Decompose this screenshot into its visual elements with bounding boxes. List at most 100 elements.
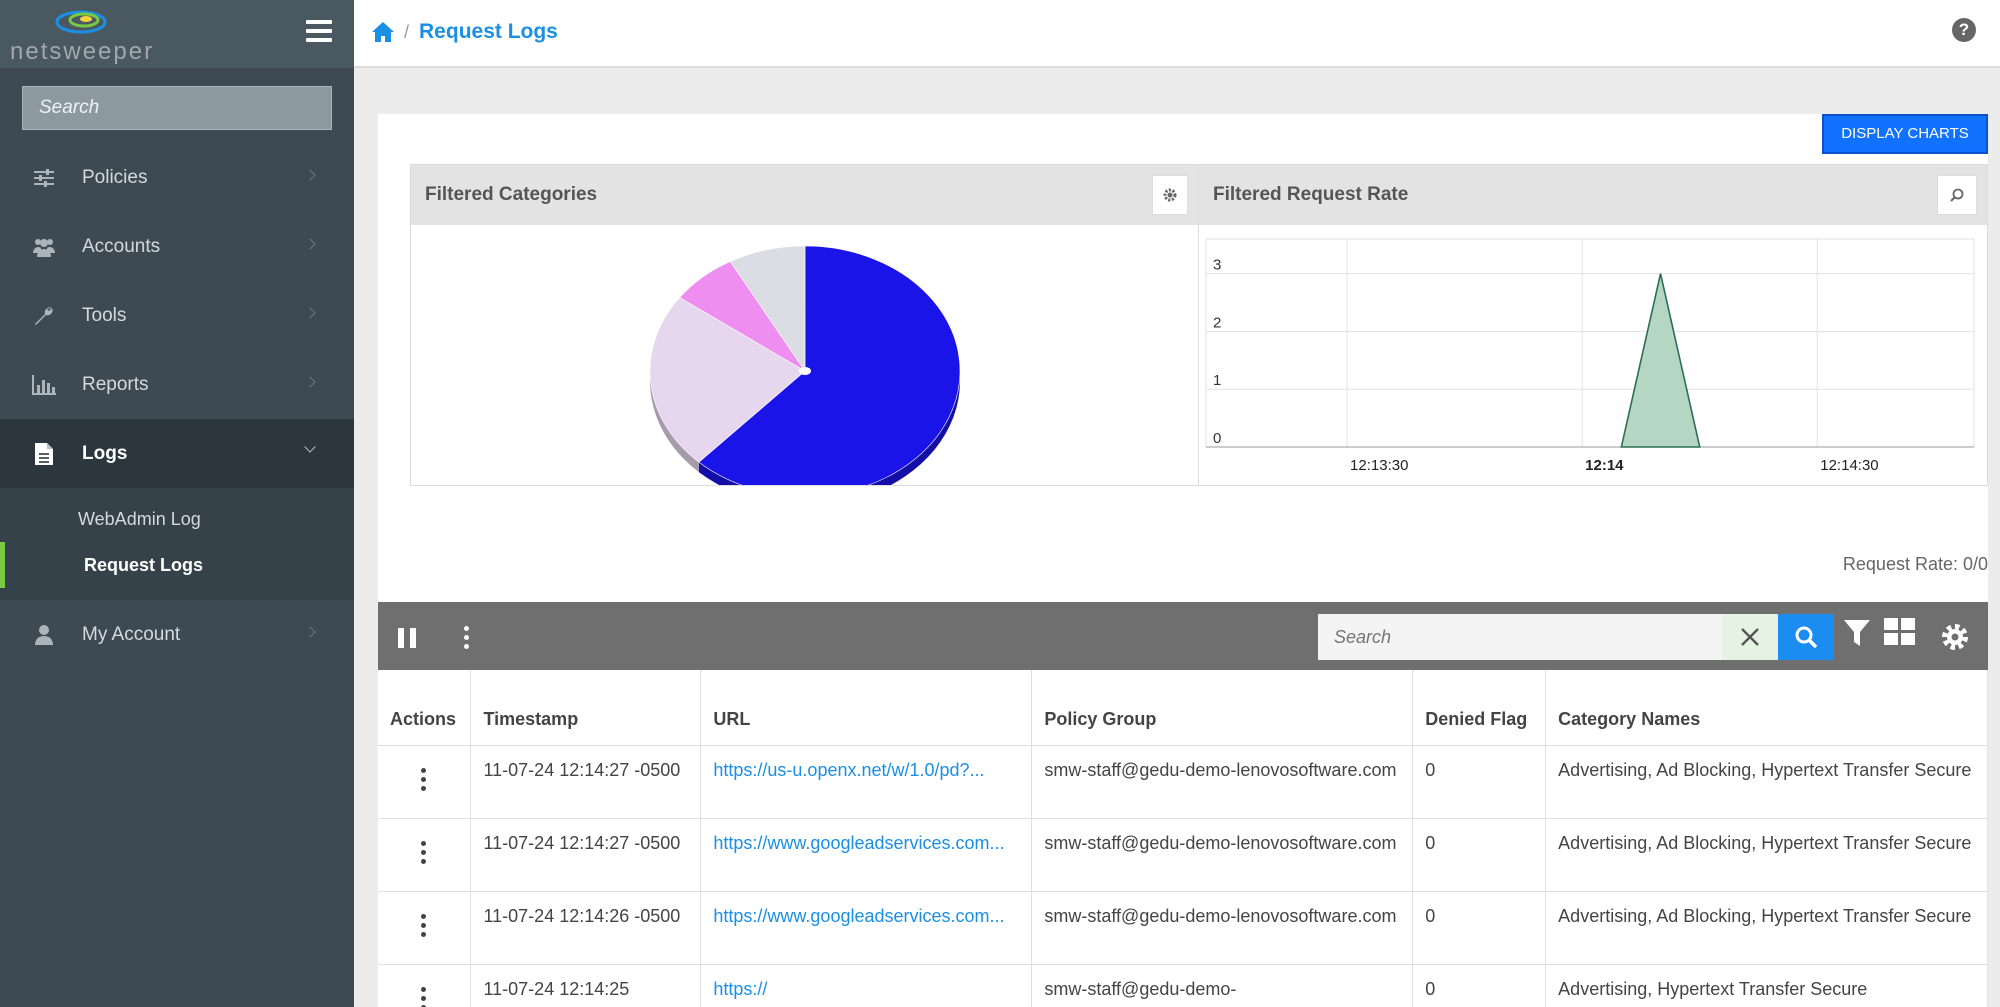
sidebar-subitem-request-logs[interactable]: Request Logs bbox=[0, 542, 354, 588]
filtered-categories-card: Filtered Categories bbox=[410, 164, 1199, 507]
table-row: 11-07-24 12:14:27 -0500 https://us-u.ope… bbox=[378, 745, 1988, 819]
sidebar-search-input[interactable] bbox=[22, 86, 332, 130]
main-panel: DISPLAY CHARTS Filtered Categories Filte… bbox=[378, 114, 1988, 1007]
category-names-cell: Advertising, Ad Blocking, Hypertext Tran… bbox=[1545, 891, 1988, 965]
sidebar-item-accounts[interactable]: Accounts bbox=[0, 212, 354, 281]
document-icon bbox=[32, 442, 56, 466]
log-toolbar bbox=[378, 602, 1988, 670]
policy-group-cell: smw-staff@gedu-demo-lenovosoftware.com bbox=[1031, 891, 1414, 965]
table-header-row: Actions Timestamp URL Policy Group Denie… bbox=[378, 670, 1988, 746]
sidebar-item-label: Logs bbox=[82, 442, 128, 464]
search-button[interactable] bbox=[1778, 614, 1834, 660]
url-link[interactable]: https:// bbox=[713, 979, 767, 999]
column-header-policy-group[interactable]: Policy Group bbox=[1031, 670, 1414, 746]
sidebar-subitem-webadmin-log[interactable]: WebAdmin Log bbox=[0, 496, 354, 542]
display-charts-button[interactable]: DISPLAY CHARTS bbox=[1822, 114, 1988, 154]
request-rate-readout: Request Rate: 0/0 bbox=[1842, 554, 1988, 574]
pause-icon[interactable] bbox=[398, 628, 416, 648]
row-actions-icon[interactable] bbox=[421, 840, 427, 864]
categories-pie-chart bbox=[649, 245, 961, 507]
chevron-right-icon bbox=[304, 626, 316, 638]
filtered-request-rate-card: Filtered Request Rate 0 1 2 3 12:13:30 12:14 1… bbox=[1198, 164, 1988, 486]
grid-view-icon[interactable] bbox=[1884, 618, 1916, 646]
url-link[interactable]: https://www.googleadservices.com... bbox=[713, 833, 1004, 853]
search-icon bbox=[1795, 626, 1818, 649]
zoom-icon bbox=[1950, 188, 1964, 202]
actions-cell bbox=[378, 818, 472, 892]
policy-group-cell: smw-staff@gedu-demo-lenovosoftware.com bbox=[1031, 745, 1414, 819]
column-header-url[interactable]: URL bbox=[700, 670, 1033, 746]
gear-icon bbox=[1163, 188, 1177, 202]
help-icon[interactable]: ? bbox=[1952, 18, 1976, 42]
request-rate-area-chart: 0 1 2 3 12:13:30 12:14 12:14:30 bbox=[1205, 238, 1975, 474]
users-icon bbox=[32, 235, 56, 259]
close-icon bbox=[1741, 628, 1759, 646]
url-link[interactable]: https://us-u.openx.net/w/1.0/pd?... bbox=[713, 760, 984, 780]
chevron-right-icon bbox=[304, 238, 316, 250]
breadcrumb-current: Request Logs bbox=[419, 20, 558, 43]
denied-flag-cell: 0 bbox=[1412, 745, 1547, 819]
timestamp-cell: 11-07-24 12:14:25 bbox=[470, 964, 702, 1007]
subitem-label: WebAdmin Log bbox=[78, 508, 201, 529]
x-tick-label: 12:13:30 bbox=[1350, 457, 1408, 474]
breadcrumb: / Request Logs bbox=[372, 20, 558, 44]
settings-gear-button[interactable] bbox=[1152, 175, 1188, 215]
table-row: 11-07-24 12:14:27 -0500 https://www.goog… bbox=[378, 818, 1988, 892]
gear-icon[interactable] bbox=[1940, 622, 1970, 652]
actions-cell bbox=[378, 745, 472, 819]
timestamp-cell: 11-07-24 12:14:27 -0500 bbox=[470, 745, 702, 819]
zoom-button[interactable] bbox=[1937, 175, 1977, 215]
column-header-timestamp[interactable]: Timestamp bbox=[470, 670, 702, 746]
sidebar-item-reports[interactable]: Reports bbox=[0, 350, 354, 419]
card-title: Filtered Request Rate bbox=[1213, 184, 1409, 205]
sidebar-item-label: Accounts bbox=[82, 235, 161, 257]
plot-area bbox=[1205, 238, 1975, 448]
home-icon[interactable] bbox=[372, 22, 394, 42]
sidebar: netsweeper Policies Accounts Tools bbox=[0, 0, 354, 1007]
y-tick-label: 1 bbox=[1213, 372, 1221, 389]
actions-cell bbox=[378, 964, 472, 1007]
chevron-right-icon bbox=[304, 376, 316, 388]
sidebar-item-logs[interactable]: Logs bbox=[0, 419, 354, 488]
topbar: / Request Logs ? bbox=[354, 0, 2000, 68]
category-names-cell: Advertising, Hypertext Transfer Secure bbox=[1545, 964, 1988, 1007]
category-names-cell: Advertising, Ad Blocking, Hypertext Tran… bbox=[1545, 745, 1988, 819]
bar-chart-icon bbox=[32, 373, 56, 397]
denied-flag-cell: 0 bbox=[1412, 818, 1547, 892]
policy-group-cell: smw-staff@gedu-demo-lenovosoftware.com bbox=[1031, 818, 1414, 892]
logs-submenu: WebAdmin Log Request Logs bbox=[0, 488, 354, 600]
more-options-icon[interactable] bbox=[464, 626, 470, 653]
table-row: 11-07-24 12:14:25 https:// smw-staff@ged… bbox=[378, 964, 1988, 1007]
sidebar-item-label: My Account bbox=[82, 623, 181, 645]
column-header-denied-flag[interactable]: Denied Flag bbox=[1412, 670, 1547, 746]
url-cell: https://us-u.openx.net/w/1.0/pd?... bbox=[700, 745, 1033, 819]
sidebar-item-tools[interactable]: Tools bbox=[0, 281, 354, 350]
actions-cell bbox=[378, 891, 472, 965]
policy-group-cell: smw-staff@gedu-demo- bbox=[1031, 964, 1414, 1007]
sidebar-item-label: Tools bbox=[82, 304, 127, 326]
filter-icon[interactable] bbox=[1844, 620, 1870, 648]
sidebar-item-policies[interactable]: Policies bbox=[0, 143, 354, 212]
clear-search-button[interactable] bbox=[1722, 614, 1778, 660]
menu-toggle-icon[interactable] bbox=[306, 20, 332, 44]
column-header-actions[interactable]: Actions bbox=[378, 670, 472, 746]
column-header-category-names[interactable]: Category Names bbox=[1545, 670, 1988, 746]
breadcrumb-separator: / bbox=[404, 21, 410, 42]
netsweeper-logo-icon bbox=[55, 10, 107, 34]
chevron-down-icon bbox=[304, 441, 316, 453]
row-actions-icon[interactable] bbox=[421, 913, 427, 937]
request-logs-table: Actions Timestamp URL Policy Group Denie… bbox=[378, 670, 1988, 1007]
row-actions-icon[interactable] bbox=[421, 986, 427, 1007]
wrench-icon bbox=[32, 304, 56, 328]
log-search-input[interactable] bbox=[1318, 614, 1722, 660]
sidebar-item-label: Policies bbox=[82, 166, 148, 188]
sidebar-item-my-account[interactable]: My Account bbox=[0, 600, 354, 669]
timestamp-cell: 11-07-24 12:14:27 -0500 bbox=[470, 818, 702, 892]
filtered-categories-header: Filtered Categories bbox=[411, 165, 1198, 225]
url-link[interactable]: https://www.googleadservices.com... bbox=[713, 906, 1004, 926]
sidebar-item-label: Reports bbox=[82, 373, 149, 395]
y-tick-label: 3 bbox=[1213, 257, 1221, 274]
y-tick-label: 2 bbox=[1213, 314, 1221, 331]
url-cell: https://www.googleadservices.com... bbox=[700, 818, 1033, 892]
row-actions-icon[interactable] bbox=[421, 767, 427, 791]
